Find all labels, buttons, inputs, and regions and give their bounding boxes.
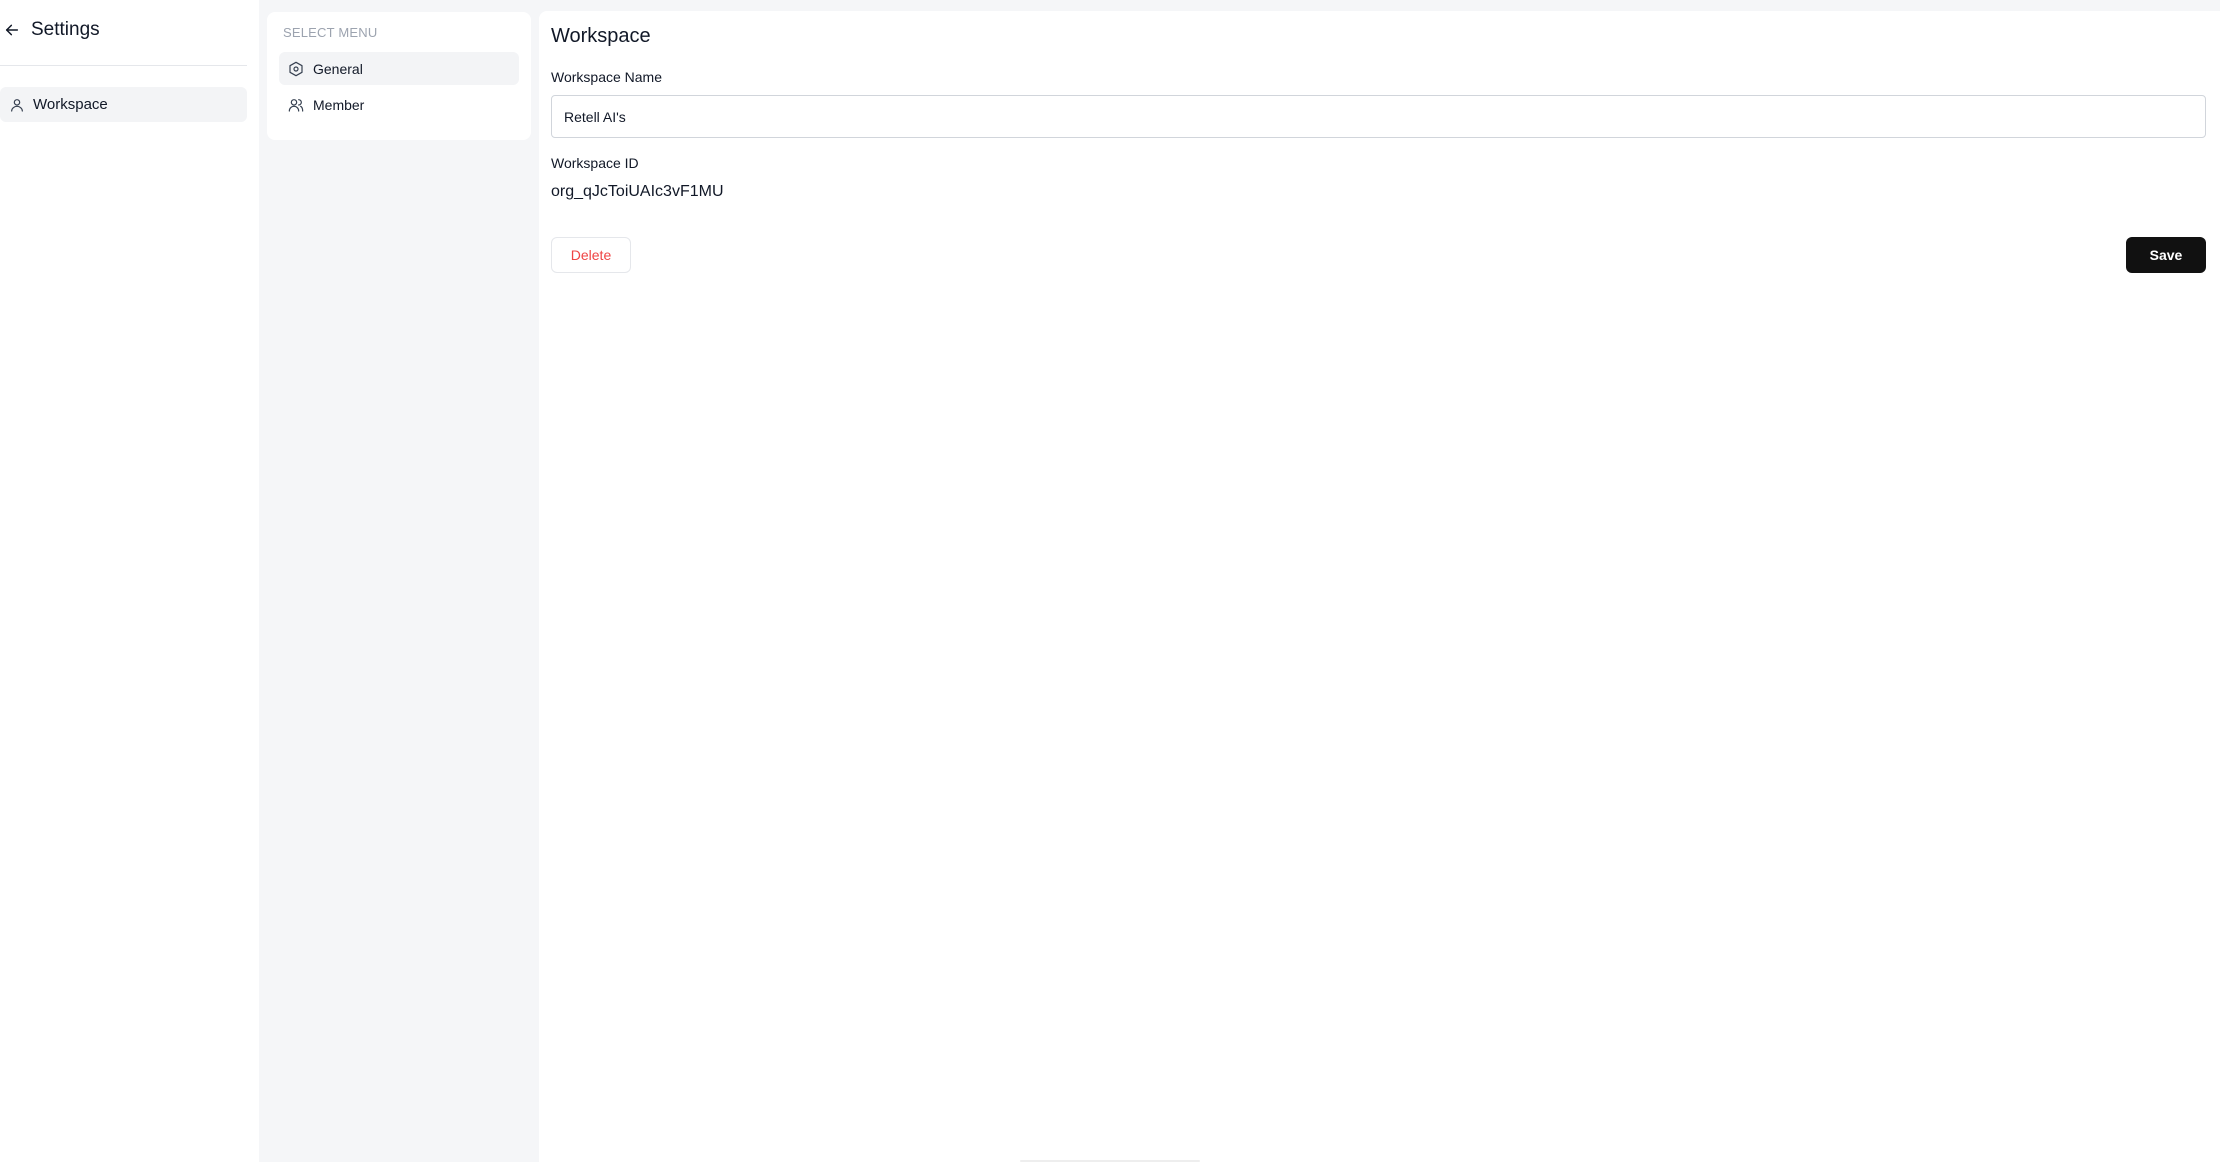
workspace-name-label: Workspace Name: [551, 69, 663, 85]
sidebar-item-workspace[interactable]: Workspace: [0, 87, 247, 122]
settings-app: Settings Workspace SELECT MENU General M…: [0, 0, 2220, 1162]
menu-item-member[interactable]: Member: [279, 88, 519, 121]
back-button[interactable]: [2, 22, 22, 42]
sidebar-header: Settings: [0, 0, 247, 66]
save-button[interactable]: Save: [2126, 237, 2206, 273]
users-icon: [288, 97, 304, 113]
workspace-id-value: org_qJcToiUAIc3vF1MU: [551, 183, 724, 200]
settings-sidebar: Settings Workspace: [0, 0, 259, 1162]
page-title: Workspace: [551, 25, 651, 47]
menu-item-label: Member: [313, 96, 365, 113]
workspace-id-label: Workspace ID: [551, 155, 639, 171]
user-icon: [9, 97, 25, 113]
menu-heading: SELECT MENU: [283, 25, 378, 40]
menu-column: SELECT MENU General Member: [259, 0, 539, 1162]
sidebar-title: Settings: [31, 19, 100, 40]
sidebar-item-label: Workspace: [33, 96, 108, 113]
menu-item-general[interactable]: General: [279, 52, 519, 85]
workspace-settings-panel: Workspace Workspace Name Workspace ID or…: [539, 11, 2220, 1162]
select-menu-card: SELECT MENU General Member: [267, 12, 531, 140]
workspace-name-input[interactable]: [551, 95, 2206, 138]
menu-item-label: General: [313, 60, 363, 77]
hexagon-settings-icon: [288, 61, 304, 77]
arrow-left-icon: [4, 22, 20, 43]
delete-button[interactable]: Delete: [551, 237, 631, 273]
